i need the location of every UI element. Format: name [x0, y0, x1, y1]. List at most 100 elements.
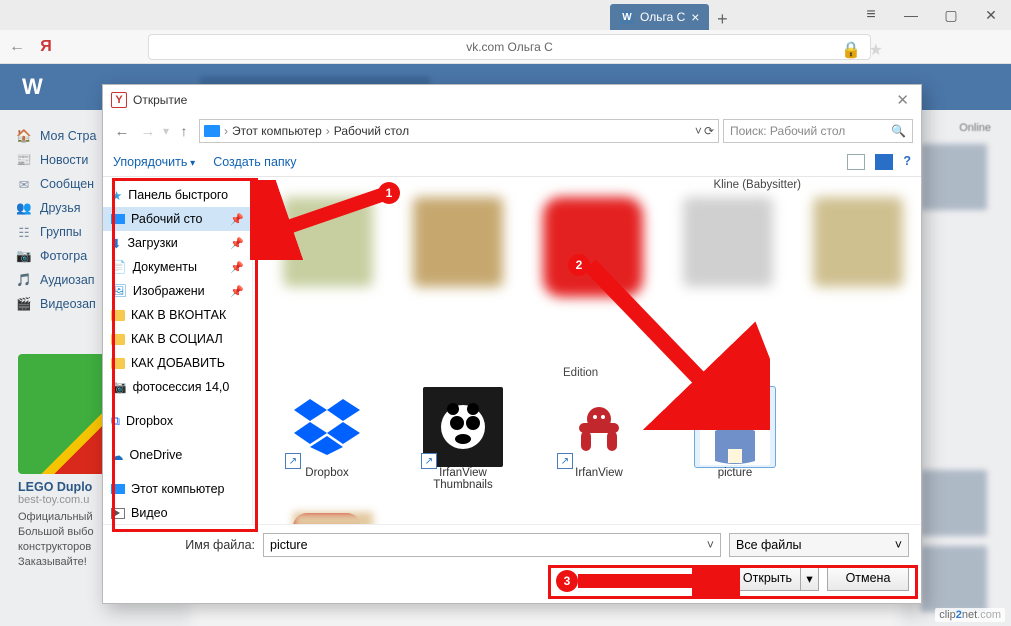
search-placeholder: Поиск: Рабочий стол [730, 124, 845, 138]
crumb-desktop[interactable]: Рабочий стол [334, 124, 409, 138]
file-label: Dropbox [305, 467, 348, 479]
yandex-logo-icon[interactable]: Я [34, 38, 58, 56]
organize-menu[interactable]: Упорядочить [113, 155, 195, 169]
file-thumb-blurred[interactable] [543, 197, 643, 297]
new-folder-button[interactable]: Создать папку [213, 155, 296, 169]
file-picture[interactable]: picture [681, 387, 789, 491]
file-thumb-blurred [293, 512, 373, 524]
active-tab[interactable]: W Ольга С × [610, 4, 709, 30]
downloads-icon: ⬇ [111, 236, 121, 251]
file-open-dialog: Y Открытие ✕ ← → ▾ ↑ › Этот компьютер › … [102, 84, 922, 604]
tree-folder[interactable]: 📷фотосессия 14,0 [103, 375, 252, 399]
bookmark-star-icon[interactable]: ★ [869, 40, 883, 60]
tree-desktop[interactable]: Рабочий сто📌 [103, 207, 252, 231]
file-label: picture [718, 467, 753, 479]
dialog-toolbar: Упорядочить Создать папку ? [103, 147, 921, 177]
crumb-dropdown-icon[interactable]: ˅ [695, 124, 702, 138]
file-thumb-blurred[interactable] [813, 197, 903, 287]
window-minimize-button[interactable]: — [891, 0, 931, 30]
vk-right-column: Online [921, 122, 991, 612]
tree-this-pc[interactable]: Этот компьютер [103, 477, 252, 501]
this-pc-icon [111, 484, 125, 494]
irfanview-thumbs-icon [423, 387, 503, 467]
filename-dropdown-icon[interactable]: ˅ [707, 538, 714, 552]
new-tab-button[interactable]: + [709, 9, 735, 30]
filename-input[interactable]: picture ˅ [263, 533, 721, 557]
messages-icon: ✉ [16, 177, 32, 192]
tab-strip: W Ольга С × + [0, 0, 851, 30]
refresh-button[interactable]: ⟳ [704, 124, 714, 138]
tree-pictures[interactable]: 🖼Изображени📌 [103, 279, 252, 303]
documents-icon: 📄 [111, 260, 127, 275]
file-thumb-blurred[interactable] [413, 197, 503, 287]
filter-dropdown-icon[interactable]: ˅ [895, 538, 902, 552]
dropbox-icon: ⧉ [111, 414, 120, 429]
tree-documents[interactable]: 📄Документы📌 [103, 255, 252, 279]
nav-forward-button[interactable]: → [137, 123, 159, 140]
friends-icon: 👥 [16, 201, 32, 216]
news-icon: 📰 [16, 153, 32, 168]
open-button[interactable]: Открыть ▾ [732, 565, 819, 591]
file-irfanview[interactable]: IrfanView [545, 387, 653, 491]
home-icon: 🏠 [16, 129, 32, 144]
tree-folder[interactable]: КАК В СОЦИАЛ [103, 327, 252, 351]
tree-dropbox[interactable]: ⧉Dropbox [103, 409, 252, 433]
vk-right-thumb [921, 470, 987, 536]
help-button[interactable]: ? [903, 154, 911, 170]
breadcrumb-bar[interactable]: › Этот компьютер › Рабочий стол ˅⟳ [199, 119, 719, 143]
tree-quick-access[interactable]: ★Панель быстрого [103, 183, 252, 207]
camera-icon: 📷 [111, 380, 127, 395]
nav-back-button[interactable]: ← [0, 38, 34, 56]
dialog-search-input[interactable]: Поиск: Рабочий стол 🔍 [723, 119, 913, 143]
onedrive-icon: ☁ [111, 448, 124, 463]
filename-label: Имя файла: [115, 538, 255, 552]
view-options-button[interactable] [847, 154, 865, 170]
nav-tree: ★Панель быстрого Рабочий сто📌 ⬇Загрузки📌… [103, 177, 253, 524]
browser-window: W Ольга С × + ≡ — ▢ ✕ ← Я vk.com Ольга С… [0, 0, 1011, 626]
address-bar[interactable]: vk.com Ольга С [148, 34, 871, 60]
file-label-partial: Edition [563, 367, 598, 379]
tree-folder[interactable]: КАК В ВКОНТАК [103, 303, 252, 327]
crumb-this-pc[interactable]: Этот компьютер [232, 124, 322, 138]
lock-icon: 🔒 [841, 40, 861, 60]
window-maximize-button[interactable]: ▢ [931, 0, 971, 30]
tree-onedrive[interactable]: ☁OneDrive [103, 443, 252, 467]
pin-icon: 📌 [230, 237, 244, 250]
nav-back-button[interactable]: ← [111, 123, 133, 140]
tree-videos[interactable]: Видео [103, 501, 252, 524]
dialog-nav-row: ← → ▾ ↑ › Этот компьютер › Рабочий стол … [103, 115, 921, 147]
tree-downloads[interactable]: ⬇Загрузки📌 [103, 231, 252, 255]
cancel-button[interactable]: Отмена [827, 565, 909, 591]
file-thumb-blurred[interactable] [683, 197, 773, 287]
window-controls: ≡ — ▢ ✕ [851, 0, 1011, 30]
file-dropbox[interactable]: Dropbox [273, 387, 381, 491]
file-type-filter[interactable]: Все файлы ˅ [729, 533, 909, 557]
photos-icon: 📷 [16, 249, 32, 264]
tab-close-icon[interactable]: × [691, 10, 699, 24]
file-list[interactable]: Kline (Babysitter) Edition [253, 177, 921, 524]
vk-logo-icon[interactable]: W [22, 74, 43, 100]
folder-icon [111, 334, 125, 345]
star-icon: ★ [111, 188, 122, 203]
search-icon: 🔍 [891, 124, 906, 138]
file-label: IrfanView [575, 467, 623, 479]
browser-menu-button[interactable]: ≡ [851, 0, 891, 30]
browser-titlebar: W Ольга С × + ≡ — ▢ ✕ [0, 0, 1011, 30]
dialog-body: ★Панель быстрого Рабочий сто📌 ⬇Загрузки📌… [103, 177, 921, 524]
desktop-icon [111, 214, 125, 224]
vk-right-thumb [921, 546, 987, 612]
browser-toolbar: ← Я vk.com Ольга С 🔒 ★ [0, 30, 1011, 64]
video-icon: 🎬 [16, 297, 32, 312]
dialog-close-button[interactable]: ✕ [892, 91, 913, 109]
file-thumb-blurred[interactable] [283, 197, 373, 287]
tree-folder[interactable]: КАК ДОБАВИТЬ [103, 351, 252, 375]
preview-pane-button[interactable] [875, 154, 893, 170]
file-name-partial: Kline (Babysitter) [713, 179, 801, 191]
nav-up-button[interactable]: ↑ [173, 123, 195, 139]
pin-icon: 📌 [230, 213, 244, 226]
pin-icon: 📌 [230, 285, 244, 298]
open-split-dropdown[interactable]: ▾ [800, 566, 818, 590]
file-irfanview-thumbs[interactable]: IrfanView Thumbnails [409, 387, 517, 491]
window-close-button[interactable]: ✕ [971, 0, 1011, 30]
vk-favicon: W [620, 10, 634, 24]
